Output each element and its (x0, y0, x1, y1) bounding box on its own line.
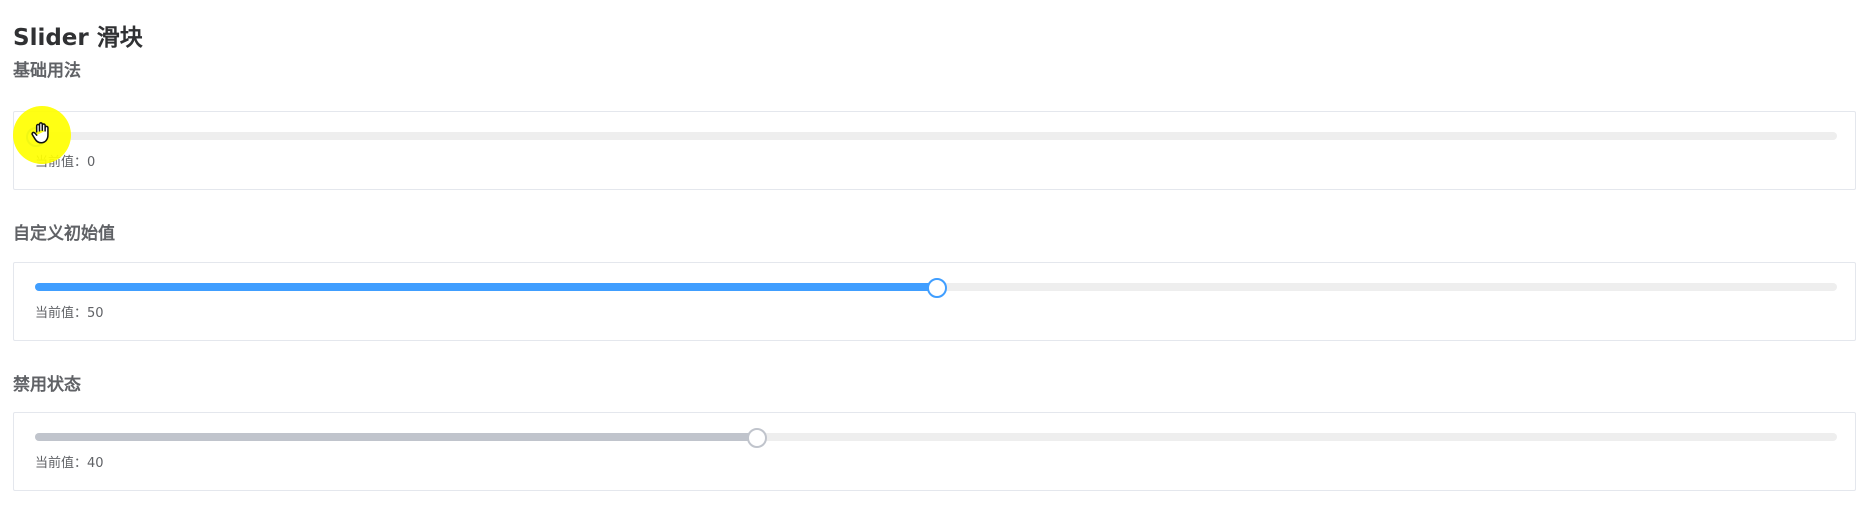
current-value: 50 (87, 306, 104, 321)
section-title-disabled: 禁用状态 (13, 375, 81, 395)
current-value-label: 当前值： (35, 306, 88, 321)
slider-thumb[interactable] (26, 127, 46, 147)
current-value: 0 (87, 155, 96, 170)
slider-runway[interactable] (35, 132, 1837, 140)
demo-box-basic: 当前值：0 (13, 111, 1856, 190)
demo-box-custom-initial: 当前值：50 (13, 262, 1856, 341)
current-value-line: 当前值：40 (35, 455, 104, 473)
current-value: 40 (87, 456, 104, 471)
current-value-label: 当前值： (35, 456, 88, 471)
section-title-custom-initial: 自定义初始值 (13, 224, 115, 244)
slider-custom-initial[interactable] (35, 278, 1837, 298)
slider-thumb (746, 428, 767, 448)
page-title: Slider 滑块 (13, 25, 143, 51)
current-value-line: 当前值：50 (35, 305, 104, 323)
slider-bar (35, 433, 756, 441)
slider-disabled (35, 428, 1837, 448)
slider-basic[interactable] (26, 127, 1837, 147)
section-title-basic: 基础用法 (13, 61, 81, 81)
slider-thumb[interactable] (927, 278, 947, 298)
demo-box-disabled: 当前值：40 (13, 412, 1856, 491)
current-value-line: 当前值：0 (35, 154, 95, 172)
current-value-label: 当前值： (35, 155, 88, 170)
slider-bar (35, 283, 936, 291)
